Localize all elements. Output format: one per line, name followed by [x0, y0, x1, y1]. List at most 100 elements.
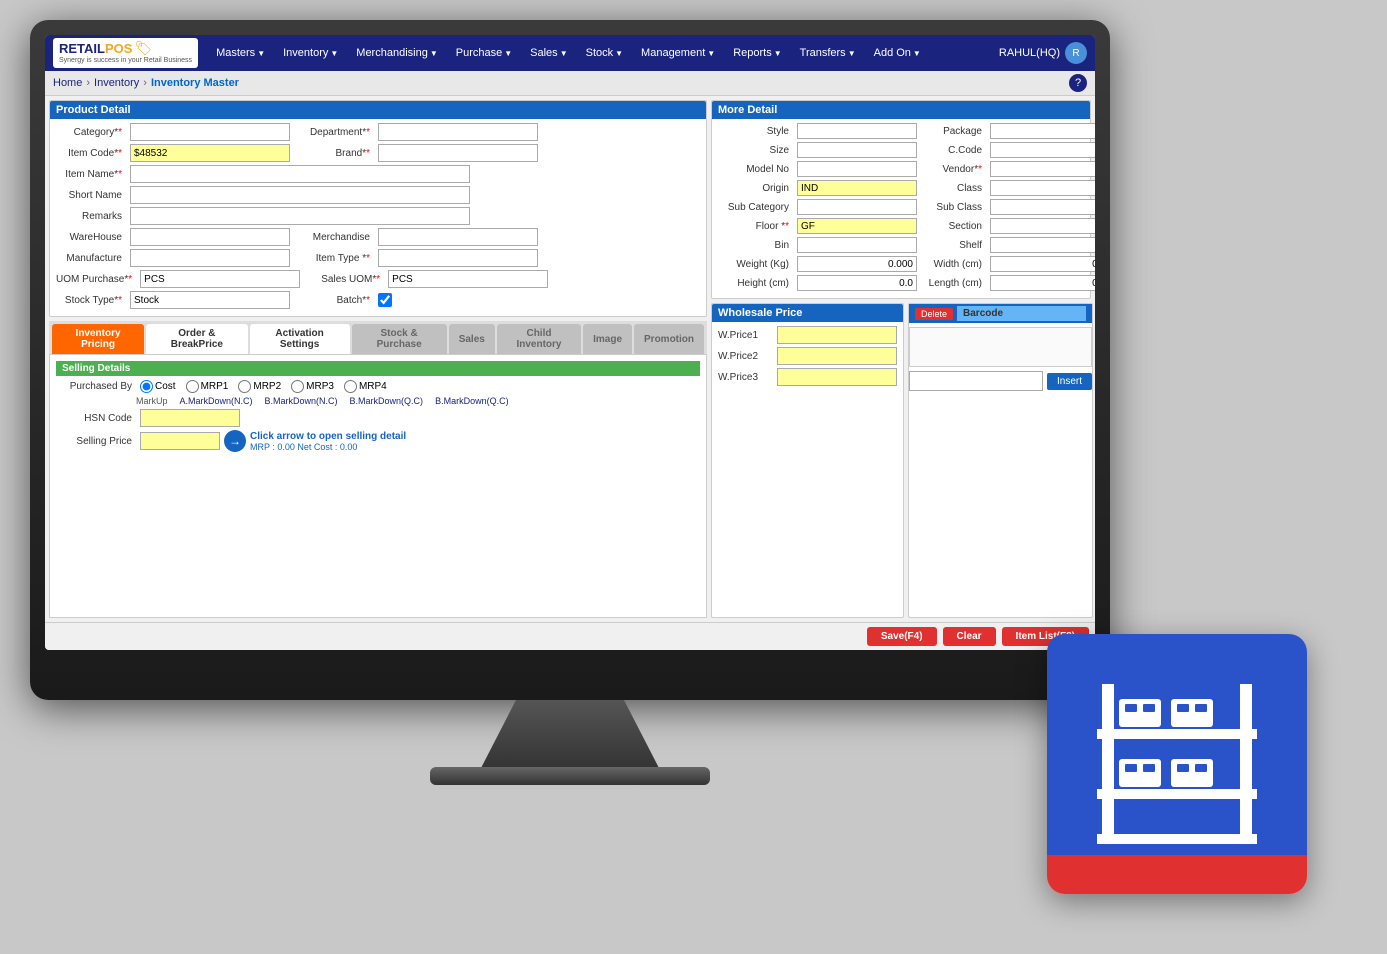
- class-input[interactable]: [990, 180, 1095, 196]
- radio-mrp4-input[interactable]: [344, 380, 357, 393]
- barcode-input[interactable]: [909, 371, 1043, 391]
- form-row-uom: UOM Purchase* Sales UOM*: [56, 270, 700, 288]
- barcode-insert-btn[interactable]: Insert: [1047, 373, 1092, 390]
- category-input[interactable]: [130, 123, 290, 141]
- tab-child-inventory[interactable]: Child Inventory: [497, 324, 581, 354]
- department-input[interactable]: [378, 123, 538, 141]
- barcode-header: Delete Barcode: [909, 304, 1092, 323]
- wp-row-3: W.Price3: [718, 368, 897, 386]
- nav-purchase[interactable]: Purchase ▼: [448, 43, 520, 63]
- stock-arrow: ▼: [615, 49, 623, 58]
- sales-uom-input[interactable]: [388, 270, 548, 288]
- width-input[interactable]: [990, 256, 1095, 272]
- nav-merchandising[interactable]: Merchandising ▼: [348, 43, 445, 63]
- merchandise-input[interactable]: [378, 228, 538, 246]
- model-no-input[interactable]: [797, 161, 917, 177]
- short-name-label: Short Name: [56, 190, 126, 201]
- app-container: RETAILPOS🏷 Synergy is success in your Re…: [45, 35, 1095, 650]
- tab-order-breakprice[interactable]: Order & BreakPrice: [146, 324, 247, 354]
- item-name-input[interactable]: [130, 165, 470, 183]
- package-input[interactable]: [990, 123, 1095, 139]
- inventory-icon-box: [1047, 634, 1307, 894]
- nav-transfers[interactable]: Transfers ▼: [792, 43, 864, 63]
- top-bar: RETAILPOS🏷 Synergy is success in your Re…: [45, 35, 1095, 71]
- batch-checkbox[interactable]: [378, 293, 392, 307]
- section-input[interactable]: [990, 218, 1095, 234]
- breadcrumb-home[interactable]: Home: [53, 77, 82, 89]
- nav-inventory[interactable]: Inventory ▼: [275, 43, 346, 63]
- tab-activation-settings[interactable]: Activation Settings: [250, 324, 350, 354]
- sub-class-input[interactable]: [990, 199, 1095, 215]
- item-code-input[interactable]: [130, 144, 290, 162]
- logo-pos: POS: [105, 41, 132, 56]
- bin-input[interactable]: [797, 237, 917, 253]
- more-row-model-vendor: Model No Vendor*: [718, 161, 1084, 177]
- breadcrumb-sep1: ›: [86, 77, 90, 89]
- purchased-by-label: Purchased By: [56, 381, 136, 392]
- selling-price-input[interactable]: [140, 432, 220, 450]
- form-row-mfg-itemtype: Manufacture Item Type *: [56, 249, 700, 267]
- wp-price2-input[interactable]: [777, 347, 897, 365]
- nav-stock[interactable]: Stock ▼: [578, 43, 631, 63]
- more-row-subcat-subcls: Sub Category Sub Class: [718, 199, 1084, 215]
- sub-b-markdown-qc2: B.MarkDown(Q.C): [435, 396, 509, 406]
- vendor-input[interactable]: [990, 161, 1095, 177]
- tab-image[interactable]: Image: [583, 324, 632, 354]
- weight-input[interactable]: [797, 256, 917, 272]
- tab-sales[interactable]: Sales: [449, 324, 495, 354]
- brand-input[interactable]: [378, 144, 538, 162]
- radio-mrp2[interactable]: MRP2: [238, 380, 281, 393]
- origin-input[interactable]: [797, 180, 917, 196]
- nav-reports[interactable]: Reports ▼: [725, 43, 789, 63]
- barcode-delete-btn[interactable]: Delete: [915, 308, 953, 320]
- clear-button[interactable]: Clear: [943, 627, 996, 646]
- stock-type-input[interactable]: [130, 291, 290, 309]
- more-row-style-pkg: Style Package: [718, 123, 1084, 139]
- nav-masters[interactable]: Masters ▼: [208, 43, 273, 63]
- radio-cost[interactable]: Cost: [140, 380, 176, 393]
- remarks-input[interactable]: [130, 207, 470, 225]
- floor-input[interactable]: [797, 218, 917, 234]
- save-button[interactable]: Save(F4): [867, 627, 937, 646]
- nav-sales[interactable]: Sales ▼: [522, 43, 575, 63]
- shelf-input[interactable]: [990, 237, 1095, 253]
- radio-cost-input[interactable]: [140, 380, 153, 393]
- warehouse-input[interactable]: [130, 228, 290, 246]
- more-detail-body: Style Package Size C.Code: [712, 119, 1090, 298]
- wp-price1-input[interactable]: [777, 326, 897, 344]
- nav-addon[interactable]: Add On ▼: [866, 43, 929, 63]
- ccode-input[interactable]: [990, 142, 1095, 158]
- manufacture-input[interactable]: [130, 249, 290, 267]
- tab-inventory-pricing[interactable]: Inventory Pricing: [52, 324, 144, 354]
- short-name-input[interactable]: [130, 186, 470, 204]
- bin-label: Bin: [718, 240, 793, 251]
- radio-mrp1[interactable]: MRP1: [186, 380, 229, 393]
- height-input[interactable]: [797, 275, 917, 291]
- uom-purchase-input[interactable]: [140, 270, 300, 288]
- style-input[interactable]: [797, 123, 917, 139]
- hsn-code-input[interactable]: [140, 409, 240, 427]
- logo: RETAILPOS🏷 Synergy is success in your Re…: [53, 38, 198, 67]
- wp-price3-input[interactable]: [777, 368, 897, 386]
- breadcrumb: Home › Inventory › Inventory Master ?: [45, 71, 1095, 96]
- radio-mrp3-input[interactable]: [291, 380, 304, 393]
- radio-mrp4[interactable]: MRP4: [344, 380, 387, 393]
- help-button[interactable]: ?: [1069, 74, 1087, 92]
- sub-category-input[interactable]: [797, 199, 917, 215]
- radio-mrp1-input[interactable]: [186, 380, 199, 393]
- tab-stock-purchase[interactable]: Stock & Purchase: [352, 324, 447, 354]
- breadcrumb-inventory[interactable]: Inventory: [94, 77, 139, 89]
- form-row-itemname: Item Name*: [56, 165, 700, 183]
- size-input[interactable]: [797, 142, 917, 158]
- radio-mrp2-input[interactable]: [238, 380, 251, 393]
- nav-management[interactable]: Management ▼: [633, 43, 723, 63]
- length-input[interactable]: [990, 275, 1095, 291]
- selling-price-arrow-btn[interactable]: →: [224, 430, 246, 452]
- package-label: Package: [921, 126, 986, 137]
- item-type-input[interactable]: [378, 249, 538, 267]
- radio-mrp3[interactable]: MRP3: [291, 380, 334, 393]
- remarks-label: Remarks: [56, 211, 126, 222]
- more-row-size-ccode: Size C.Code: [718, 142, 1084, 158]
- tab-promotion[interactable]: Promotion: [634, 324, 704, 354]
- batch-label: Batch*: [294, 295, 374, 306]
